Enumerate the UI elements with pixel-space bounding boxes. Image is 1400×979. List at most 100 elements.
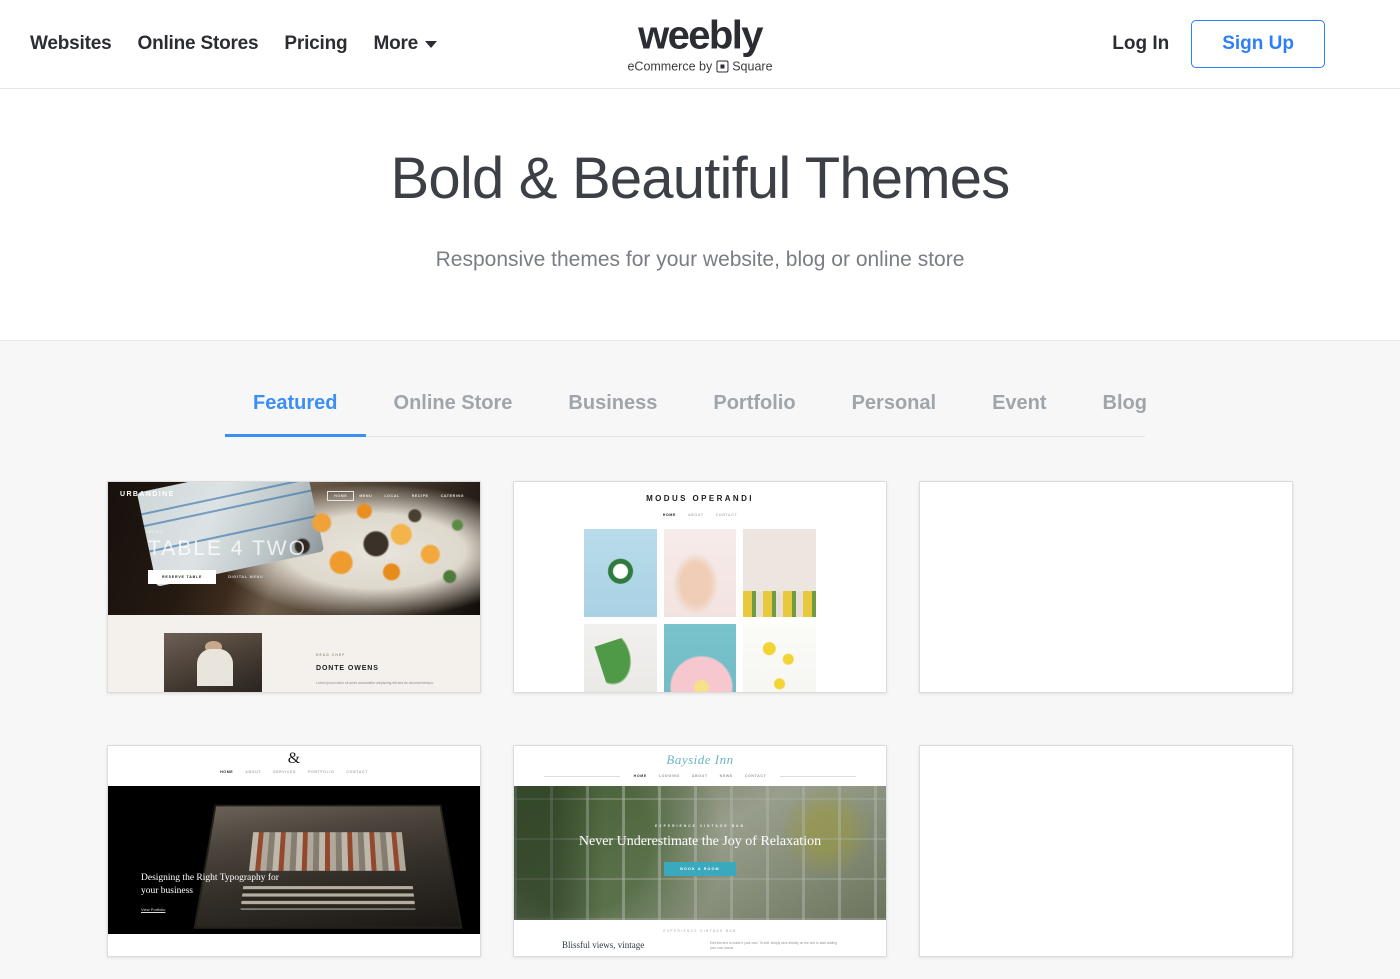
grid-image-billy-buttons (743, 624, 816, 692)
nav-about: ABOUT (687, 513, 704, 517)
theme-grid: URBANDINE HOME MENU LOCAL RECIPE CATERIN… (0, 481, 1400, 957)
bayside-lower: EXPERIENCE VINTAGE B&B Blissful views, v… (514, 920, 886, 956)
nav-home: HOME (633, 774, 647, 778)
food-photo-graphic (279, 489, 473, 607)
nav-menu: MENU (359, 494, 373, 498)
bayside-headline: Never Underestimate the Joy of Relaxatio… (578, 834, 822, 849)
theme-card-modus-operandi[interactable]: MODUS OPERANDI HOME ABOUT CONTACT (513, 481, 887, 693)
nav-item-more[interactable]: More (373, 33, 438, 55)
urbandine-logo: URBANDINE (120, 491, 175, 498)
nav-recipe: RECIPE (411, 494, 429, 498)
nav-catering: CATERING (440, 494, 464, 498)
tab-personal[interactable]: Personal (824, 392, 964, 437)
theme-preview-urbandine: URBANDINE HOME MENU LOCAL RECIPE CATERIN… (108, 482, 480, 692)
theme-card-ampersand[interactable]: & HOME ABOUT SERVICES PORTFOLIO CONTACT (107, 745, 481, 957)
urbandine-lower: HEAD CHEF DONTE OWENS Lorem ipsum dolor … (108, 615, 480, 692)
tab-portfolio[interactable]: Portfolio (685, 392, 823, 437)
tab-event[interactable]: Event (964, 392, 1074, 437)
brand-wordmark: weebly (638, 13, 763, 58)
tab-business[interactable]: Business (540, 392, 685, 437)
urbandine-headline: TABLE 4 TWO (148, 537, 307, 560)
themes-section: Featured Online Store Business Portfolio… (0, 340, 1400, 979)
square-logo-icon (716, 60, 729, 73)
bayside-nav: HOME LODGING ABOUT NEWS CONTACT (628, 774, 773, 778)
tab-online-store[interactable]: Online Store (366, 392, 541, 437)
nav-item-online-stores[interactable]: Online Stores (137, 33, 258, 55)
primary-navigation: Websites Online Stores Pricing More (30, 33, 438, 55)
modus-image-grid (584, 529, 816, 692)
grid-image-pineapples (743, 529, 816, 617)
nav-contact: CONTACT (346, 770, 368, 774)
site-header: Websites Online Stores Pricing More weeb… (0, 0, 1400, 89)
bayside-hero: EXPERIENCE VINTAGE B&B Never Underestima… (514, 786, 886, 920)
bayside-header: Bayside Inn HOME LODGING ABOUT NEWS CONT… (514, 746, 886, 786)
ampersand-header: & HOME ABOUT SERVICES PORTFOLIO CONTACT (108, 746, 480, 786)
tab-blog[interactable]: Blog (1075, 392, 1175, 437)
weebly-logo[interactable]: weebly eCommerce by Square (627, 15, 772, 74)
chef-photo-graphic (164, 633, 262, 692)
ampersand-hero-text: Designing the Right Typography for your … (141, 872, 291, 912)
modus-logo: MODUS OPERANDI (646, 494, 754, 503)
nav-rule-left (543, 775, 620, 777)
bayside-lower-headline: Blissful views, vintage (562, 940, 645, 950)
ampersand-link: View Portfolio (141, 906, 166, 912)
brand-tagline-prefix: eCommerce by (627, 59, 713, 74)
nav-services: SERVICES (273, 770, 296, 774)
type-blocks-graphic (249, 831, 406, 872)
modus-nav: HOME ABOUT CONTACT (584, 513, 816, 517)
ampersand-nav: HOME ABOUT SERVICES PORTFOLIO CONTACT (108, 770, 480, 774)
ampersand-hero: Designing the Right Typography for your … (108, 786, 480, 934)
ampersand-footer (108, 934, 480, 956)
nav-local: LOCAL (384, 494, 400, 498)
grid-image-hands (663, 529, 737, 617)
page-title: Bold & Beautiful Themes (390, 146, 1011, 211)
chevron-down-icon (425, 40, 438, 48)
theme-card-urbandine[interactable]: URBANDINE HOME MENU LOCAL RECIPE CATERIN… (107, 481, 481, 693)
nav-home: HOME (220, 770, 234, 774)
theme-preview-bayside-inn: Bayside Inn HOME LODGING ABOUT NEWS CONT… (514, 746, 886, 956)
bayside-lower-kicker: EXPERIENCE VINTAGE B&B (663, 929, 737, 933)
ampersand-headline: Designing the Right Typography for your … (141, 873, 279, 896)
nav-item-websites[interactable]: Websites (30, 33, 112, 55)
theme-category-tabs: Featured Online Store Business Portfolio… (225, 341, 1147, 437)
nav-about: ABOUT (691, 774, 708, 778)
urbandine-nav: HOME MENU LOCAL RECIPE CATERING (327, 491, 470, 501)
urbandine-hero-text: MENU TABLE 4 TWO RESERVE TABLE DIGITAL M… (148, 530, 307, 584)
hero-section: Bold & Beautiful Themes Responsive theme… (0, 89, 1400, 340)
login-link[interactable]: Log In (1112, 33, 1169, 55)
theme-preview-ampersand: & HOME ABOUT SERVICES PORTFOLIO CONTACT (108, 746, 480, 956)
urbandine-lower-kicker: HEAD CHEF (316, 653, 346, 657)
nav-contact: CONTACT (744, 774, 767, 778)
urbandine-lower-body: Lorem ipsum dolor sit amet consectetur a… (316, 681, 434, 685)
theme-card-oikos[interactable]: Oikos HOME OUR WORK ABOUT CONTACT INTER (919, 745, 1293, 957)
nav-item-more-label: More (373, 33, 419, 54)
urbandine-secondary-link: DIGITAL MENU (228, 575, 264, 579)
header-actions: Log In Sign Up (1112, 20, 1325, 68)
nav-news: NEWS (719, 774, 733, 778)
urbandine-primary-button: RESERVE TABLE (148, 570, 217, 584)
grid-image-gerbera (663, 624, 737, 692)
grid-image-monstera (584, 624, 657, 692)
bayside-hero-text: EXPERIENCE VINTAGE B&B Never Underestima… (514, 824, 886, 876)
bayside-logo: Bayside Inn (666, 752, 734, 767)
brand-tagline-suffix: Square (732, 59, 773, 74)
bayside-eyebrow: EXPERIENCE VINTAGE B&B (655, 824, 745, 828)
nav-portfolio: PORTFOLIO (308, 770, 335, 774)
nav-home: HOME (662, 513, 676, 517)
nav-about: ABOUT (245, 770, 262, 774)
theme-card-bayside-inn[interactable]: Bayside Inn HOME LODGING ABOUT NEWS CONT… (513, 745, 887, 957)
page-subtitle: Responsive themes for your website, blog… (435, 248, 965, 271)
nav-item-pricing[interactable]: Pricing (284, 33, 347, 55)
urbandine-eyebrow: MENU (148, 530, 165, 534)
nav-rule-right (780, 775, 857, 777)
brand-tagline: eCommerce by Square (627, 60, 772, 74)
signup-button[interactable]: Sign Up (1191, 20, 1325, 68)
nav-contact: CONTACT (715, 513, 738, 517)
ampersand-logo: & (287, 750, 301, 767)
nav-home: HOME (327, 491, 355, 501)
nav-lodging: LODGING (658, 774, 680, 778)
tab-featured[interactable]: Featured (225, 392, 366, 437)
urbandine-hero: URBANDINE HOME MENU LOCAL RECIPE CATERIN… (108, 482, 480, 615)
theme-preview-modus-operandi: MODUS OPERANDI HOME ABOUT CONTACT (514, 482, 886, 692)
theme-card-sarah-smith[interactable]: Ø HOME MY WORK ABOUT CONTACT Hi, I'm Sar… (919, 481, 1293, 693)
